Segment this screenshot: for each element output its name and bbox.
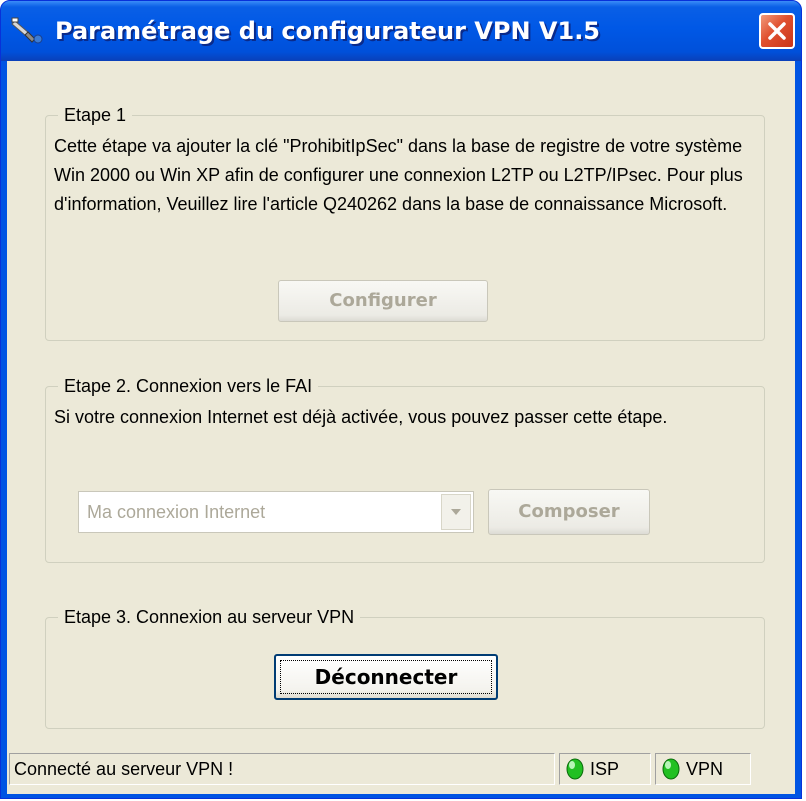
step2-group: Etape 2. Connexion vers le FAI Si votre … [45,374,765,563]
dial-button[interactable]: Composer [488,489,650,535]
vpn-label: VPN [686,759,724,779]
green-led-icon [662,758,680,780]
isp-indicator: ISP [559,753,651,785]
dropdown-arrow-button[interactable] [441,494,471,530]
vpn-indicator: VPN [655,753,751,785]
step3-legend: Etape 3. Connexion au serveur VPN [58,605,361,629]
configure-button-label: Configurer [329,290,437,311]
disconnect-button[interactable]: Déconnecter [274,654,498,700]
step3-group: Etape 3. Connexion au serveur VPN Déconn… [45,605,765,729]
chevron-down-icon [451,509,461,515]
green-led-icon [566,758,584,780]
title-bar[interactable]: Paramétrage du configurateur VPN V1.5 [1,1,801,61]
vpn-config-window: Paramétrage du configurateur VPN V1.5 Et… [0,0,802,799]
isp-label: ISP [590,759,620,779]
step1-legend: Etape 1 [58,103,133,127]
connection-select-value: Ma connexion Internet [87,502,266,522]
app-icon [11,15,47,45]
close-x-icon [768,22,786,40]
dialog-client-area: Etape 1 Cette étape va ajouter la clé "P… [7,61,795,794]
step1-description: Cette étape va ajouter la clé "ProhibitI… [54,136,743,214]
close-button[interactable] [759,13,795,49]
status-message-panel: Connecté au serveur VPN ! [9,753,555,785]
connection-select[interactable]: Ma connexion Internet [78,491,474,533]
dial-button-label: Composer [518,501,620,522]
configure-button[interactable]: Configurer [278,280,488,322]
window-title: Paramétrage du configurateur VPN V1.5 [55,17,601,45]
step2-description: Si votre connexion Internet est déjà act… [54,407,668,427]
status-bar: Connecté au serveur VPN ! ISP VPN [7,749,795,789]
focus-ring [280,660,492,694]
step2-legend: Etape 2. Connexion vers le FAI [58,374,319,398]
status-message: Connecté au serveur VPN ! [14,759,234,779]
step1-group: Etape 1 Cette étape va ajouter la clé "P… [45,103,765,341]
